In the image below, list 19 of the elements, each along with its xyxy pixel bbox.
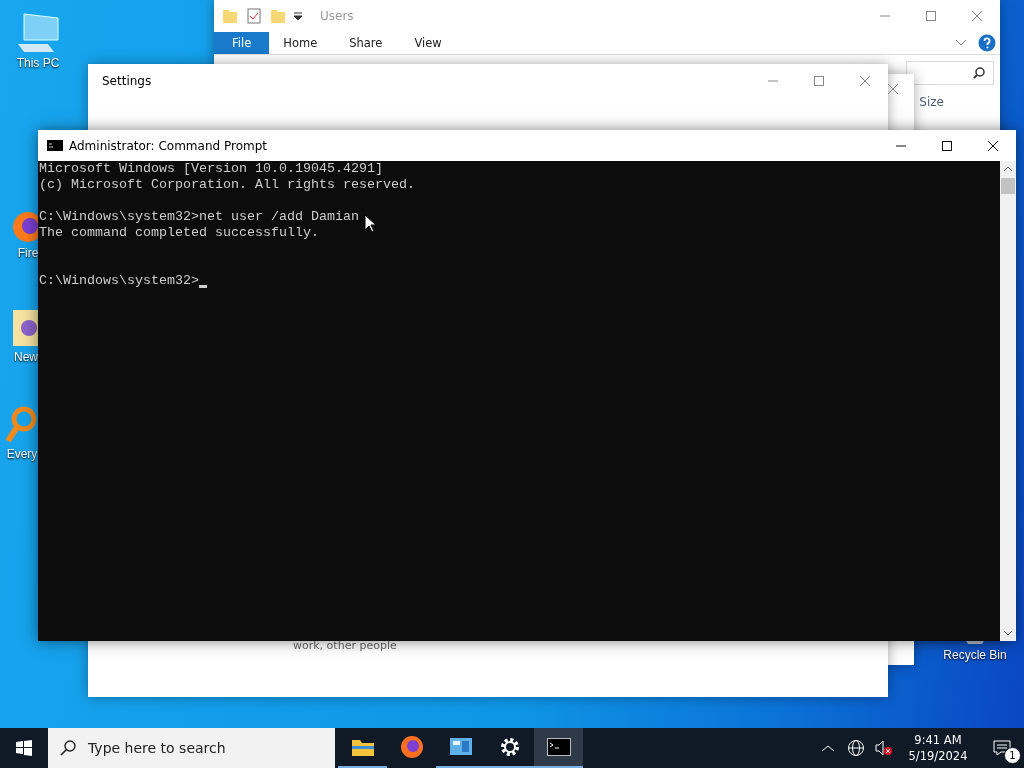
clock[interactable]: 9:41 AM 5/19/2024 (900, 732, 976, 764)
ribbon-tab[interactable]: Share (335, 32, 401, 54)
console-prompt: C:\Windows\system32> (39, 273, 199, 289)
console-line: (c) Microsoft Corporation. All rights reserved. (39, 177, 415, 193)
desktop-icon-label[interactable]: Recycle Bin (943, 648, 1007, 662)
settings-description: work, other people (293, 639, 397, 652)
ribbon-tab[interactable]: File (214, 32, 270, 54)
ribbon-tab[interactable]: View (400, 32, 460, 54)
search-field[interactable]: Type here to search (48, 728, 335, 768)
console-line: The command completed successfully. (39, 225, 319, 241)
window-title: Settings (102, 74, 152, 88)
console-line: Microsoft Windows [Version 10.0.19045.4291] (39, 161, 383, 177)
ribbon-tab[interactable]: Home (269, 32, 336, 54)
window-title: Administrator: Command Prompt (69, 138, 267, 153)
notification-button[interactable]: 1 (980, 728, 1024, 768)
window-title: Users (320, 9, 354, 23)
column-header[interactable]: Size (919, 95, 944, 109)
notification-count: 1 (1004, 747, 1021, 764)
console-line: C:\Windows\system32>net user /add Damian (39, 209, 359, 225)
